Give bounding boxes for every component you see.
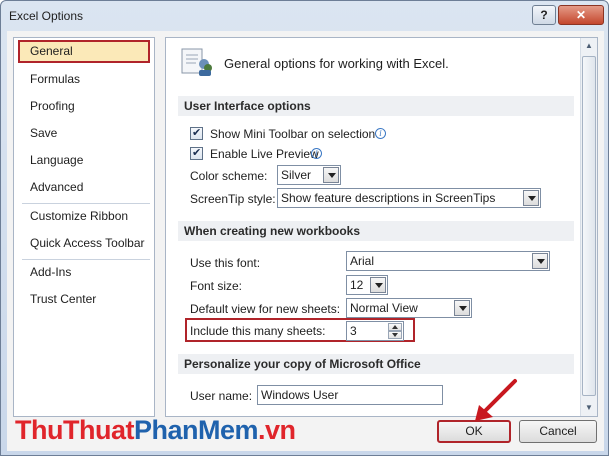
screentip-style-label: ScreenTip style:	[190, 192, 276, 206]
user-name-label: User name:	[190, 389, 253, 403]
scroll-up-icon[interactable]: ▲	[581, 38, 597, 54]
chevron-down-icon[interactable]	[323, 167, 339, 183]
section-ui-options: User Interface options	[178, 96, 574, 116]
font-size-label: Font size:	[190, 279, 243, 293]
mini-toolbar-label: Show Mini Toolbar on selection	[210, 127, 376, 141]
screentip-style-dropdown[interactable]: Show feature descriptions in ScreenTips	[277, 188, 541, 208]
default-view-label: Default view for new sheets:	[190, 302, 341, 316]
sheets-count-label: Include this many sheets:	[190, 324, 326, 338]
panel-heading: General options for working with Excel.	[224, 56, 449, 71]
screentip-style-value: Show feature descriptions in ScreenTips	[281, 191, 496, 205]
font-label: Use this font:	[190, 256, 261, 270]
excel-options-dialog: Excel Options ? ✕ General Formulas Proof…	[0, 0, 609, 456]
chevron-down-icon[interactable]	[532, 253, 548, 269]
section-personalize: Personalize your copy of Microsoft Offic…	[178, 354, 574, 374]
live-preview-checkbox[interactable]	[190, 146, 203, 160]
scroll-thumb[interactable]	[582, 56, 596, 396]
nav-item-quick-access-toolbar[interactable]: Quick Access Toolbar	[18, 232, 150, 255]
nav-divider	[22, 259, 150, 260]
font-size-dropdown[interactable]: 12	[346, 275, 388, 295]
watermark-part-2: PhanMem	[133, 415, 259, 445]
general-options-icon	[181, 48, 212, 76]
default-view-dropdown[interactable]: Normal View	[346, 298, 472, 318]
color-scheme-value: Silver	[281, 168, 312, 182]
title-bar: Excel Options ? ✕	[1, 1, 608, 31]
font-size-value: 12	[350, 278, 364, 292]
annotation-arrow-icon	[475, 379, 517, 421]
sheets-spinner	[388, 323, 402, 339]
color-scheme-label: Color scheme:	[190, 169, 268, 183]
nav-item-general[interactable]: General	[18, 40, 150, 63]
mini-toolbar-checkbox[interactable]	[190, 126, 203, 140]
live-preview-label: Enable Live Preview	[210, 147, 319, 161]
section-new-workbooks: When creating new workbooks	[178, 221, 574, 241]
nav-item-add-ins[interactable]: Add-Ins	[18, 261, 150, 284]
vertical-scrollbar[interactable]: ▲ ▼	[580, 38, 597, 416]
chevron-down-icon[interactable]	[370, 277, 386, 293]
nav-divider	[22, 203, 150, 204]
nav-item-customize-ribbon[interactable]: Customize Ribbon	[18, 205, 150, 228]
chevron-down-icon[interactable]	[523, 190, 539, 206]
sheets-count-value: 3	[350, 324, 357, 338]
info-icon[interactable]: i	[311, 148, 322, 159]
spin-up-icon[interactable]	[388, 323, 402, 331]
scroll-down-icon[interactable]: ▼	[581, 400, 597, 416]
nav-item-save[interactable]: Save	[18, 122, 150, 145]
cancel-button[interactable]: Cancel	[519, 420, 597, 443]
sheets-count-stepper[interactable]: 3	[346, 321, 404, 341]
watermark-logo: ThuThuatPhanMem.vn	[15, 415, 296, 446]
dialog-title: Excel Options	[9, 9, 84, 23]
nav-item-language[interactable]: Language	[18, 149, 150, 172]
nav-item-trust-center[interactable]: Trust Center	[18, 288, 150, 311]
nav-item-proofing[interactable]: Proofing	[18, 95, 150, 118]
watermark-part-1: ThuThuat	[15, 415, 134, 445]
user-name-input[interactable]: Windows User	[257, 385, 443, 405]
color-scheme-dropdown[interactable]: Silver	[277, 165, 341, 185]
watermark-part-3: .vn	[258, 415, 296, 445]
nav-item-advanced[interactable]: Advanced	[18, 176, 150, 199]
chevron-down-icon[interactable]	[454, 300, 470, 316]
default-view-value: Normal View	[350, 301, 418, 315]
help-button[interactable]: ?	[532, 5, 556, 25]
font-value: Arial	[350, 254, 375, 268]
spin-down-icon[interactable]	[388, 331, 402, 339]
nav-item-formulas[interactable]: Formulas	[18, 68, 150, 91]
user-name-value: Windows User	[261, 388, 339, 402]
info-icon[interactable]: i	[375, 128, 386, 139]
options-nav: General Formulas Proofing Save Language …	[13, 37, 155, 417]
general-options-panel: General options for working with Excel. …	[165, 37, 598, 417]
font-dropdown[interactable]: Arial	[346, 251, 550, 271]
close-button[interactable]: ✕	[558, 5, 604, 25]
